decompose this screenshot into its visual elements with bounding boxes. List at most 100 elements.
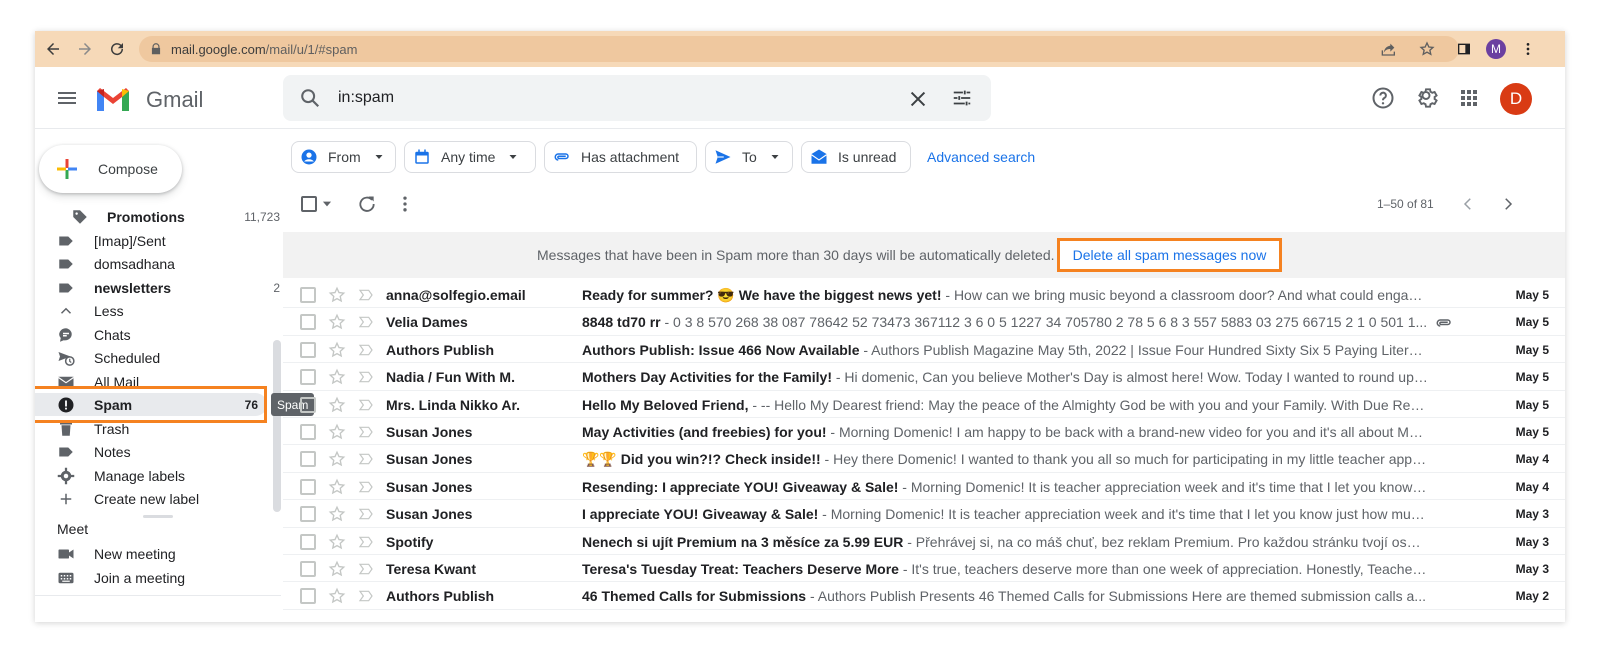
sidebar-item-newsletters[interactable]: newsletters 2 [35,276,280,299]
importance-marker-icon[interactable] [358,534,374,550]
browser-menu-icon[interactable] [1517,38,1539,60]
email-row[interactable]: Teresa Kwant Teresa's Tuesday Treat: Teac… [283,555,1565,583]
star-icon[interactable] [328,505,346,523]
row-checkbox[interactable] [300,287,316,303]
importance-marker-icon[interactable] [358,369,374,385]
importance-marker-icon[interactable] [358,451,374,467]
star-icon[interactable] [328,478,346,496]
sidebar-item-manage-labels[interactable]: Manage labels [35,464,267,487]
sidebar-item-notes[interactable]: Notes [35,440,267,463]
star-icon[interactable] [328,368,346,386]
importance-marker-icon[interactable] [358,506,374,522]
new-meeting-item[interactable]: New meeting [35,542,281,566]
profile-button[interactable]: M [1485,38,1507,60]
sidebar-item-scheduled[interactable]: Scheduled [35,346,267,369]
row-checkbox[interactable] [300,341,316,358]
email-row[interactable]: Spotify Nenech si ujít Premium na 3 měsíc… [283,528,1565,555]
chevron-right-icon[interactable] [1499,195,1517,213]
chip-is-unread[interactable]: Is unread [801,141,911,173]
email-sender: Susan Jones [386,478,473,495]
star-icon[interactable] [328,396,346,414]
address-bar[interactable]: mail.google.com/mail/u/1/#spam [139,36,1459,62]
email-row[interactable]: Susan Jones I appreciate YOU! Giveaway & … [283,500,1565,528]
email-row[interactable]: Authors Publish 46 Themed Calls for Submi… [283,582,1565,610]
chip-to[interactable]: To [705,141,793,173]
sidebar-item-promotions[interactable]: Promotions 11,723 [35,205,280,228]
sidebar-item-chats[interactable]: Chats [35,323,267,346]
refresh-icon[interactable] [357,194,377,214]
apps-grid-icon[interactable] [1457,86,1481,110]
importance-marker-icon[interactable] [358,588,374,604]
row-checkbox[interactable] [300,478,316,495]
gmail-logo-icon[interactable] [95,85,131,113]
advanced-search-link[interactable]: Advanced search [927,149,1035,165]
chevron-left-icon[interactable] [1459,195,1477,213]
search-bar[interactable] [283,75,991,121]
importance-marker-icon[interactable] [358,561,374,577]
account-avatar[interactable]: D [1500,83,1532,115]
reload-icon[interactable] [105,37,129,61]
importance-marker-icon[interactable] [358,479,374,495]
search-icon[interactable] [299,87,321,109]
star-icon[interactable] [328,587,346,605]
importance-marker-icon[interactable] [358,342,374,358]
importance-marker-icon[interactable] [358,397,374,413]
clear-search-icon[interactable] [907,88,929,110]
compose-button[interactable]: Compose [39,145,182,193]
select-all-checkbox[interactable] [301,196,317,212]
row-checkbox[interactable] [300,396,316,413]
email-row[interactable]: Velia Dames 8848 td70 rr - 0 3 8 570 268 … [283,308,1565,336]
importance-marker-icon[interactable] [358,424,374,440]
sidebar-item-imap-sent[interactable]: [Imap]/Sent [35,229,267,252]
importance-marker-icon[interactable] [358,287,374,303]
star-icon[interactable] [328,533,346,551]
row-checkbox[interactable] [300,561,316,577]
main-menu-icon[interactable] [55,86,79,110]
join-meeting-item[interactable]: Join a meeting [35,566,281,590]
star-icon[interactable] [328,423,346,441]
star-icon[interactable] [328,560,346,578]
back-icon[interactable] [41,37,65,61]
email-row[interactable]: Nadia / Fun With M. Mothers Day Activitie… [283,363,1565,391]
star-icon[interactable] [328,313,346,331]
more-vertical-icon[interactable] [395,194,415,214]
attachment-icon[interactable] [1435,314,1453,332]
delete-all-spam-button[interactable]: Delete all spam messages now [1057,238,1282,272]
star-icon[interactable] [328,341,346,359]
star-icon[interactable] [328,286,346,304]
email-row[interactable]: Susan Jones May Activities (and freebies)… [283,418,1565,446]
search-input[interactable] [338,88,898,108]
chip-from[interactable]: From [291,141,396,173]
sidebar-resize-handle[interactable] [143,515,173,518]
forward-icon[interactable] [73,37,97,61]
sidebar-scrollbar[interactable] [273,340,281,512]
gmail-wordmark[interactable]: Gmail [146,87,203,113]
help-icon[interactable] [1371,86,1395,110]
share-icon[interactable] [1381,41,1397,57]
row-checkbox[interactable] [300,314,316,331]
select-dropdown-icon[interactable] [320,197,334,211]
side-panel-icon[interactable] [1453,38,1475,60]
email-row[interactable]: Susan Jones Resending: I appreciate YOU! … [283,473,1565,501]
row-checkbox[interactable] [300,451,316,468]
row-checkbox[interactable] [300,369,316,386]
email-row[interactable]: Authors Publish Authors Publish: Issue 46… [283,336,1565,364]
bookmark-star-icon[interactable] [1419,41,1435,57]
settings-gear-icon[interactable] [1414,86,1438,110]
row-checkbox[interactable] [300,588,316,605]
importance-marker-icon[interactable] [358,314,374,330]
sidebar-item-create-label[interactable]: Create new label [35,487,267,510]
sidebar-item-less[interactable]: Less [35,299,267,322]
email-row[interactable]: anna@solfegio.email Ready for summer? 😎 W… [283,281,1565,309]
star-icon[interactable] [328,450,346,468]
row-checkbox[interactable] [300,506,316,523]
sidebar-item-domsadhana[interactable]: domsadhana [35,252,267,275]
row-checkbox[interactable] [300,424,316,440]
search-options-icon[interactable] [951,87,973,109]
row-checkbox[interactable] [300,533,316,550]
email-row[interactable]: Susan Jones 🏆🏆 Did you win?!? Check insid… [283,445,1565,473]
email-row[interactable]: Mrs. Linda Nikko Ar. Hello My Beloved Fri… [283,391,1565,418]
chip-any-time[interactable]: Any time [404,141,536,173]
sidebar-item-label: Notes [94,444,131,460]
chip-has-attachment[interactable]: Has attachment [544,141,697,173]
